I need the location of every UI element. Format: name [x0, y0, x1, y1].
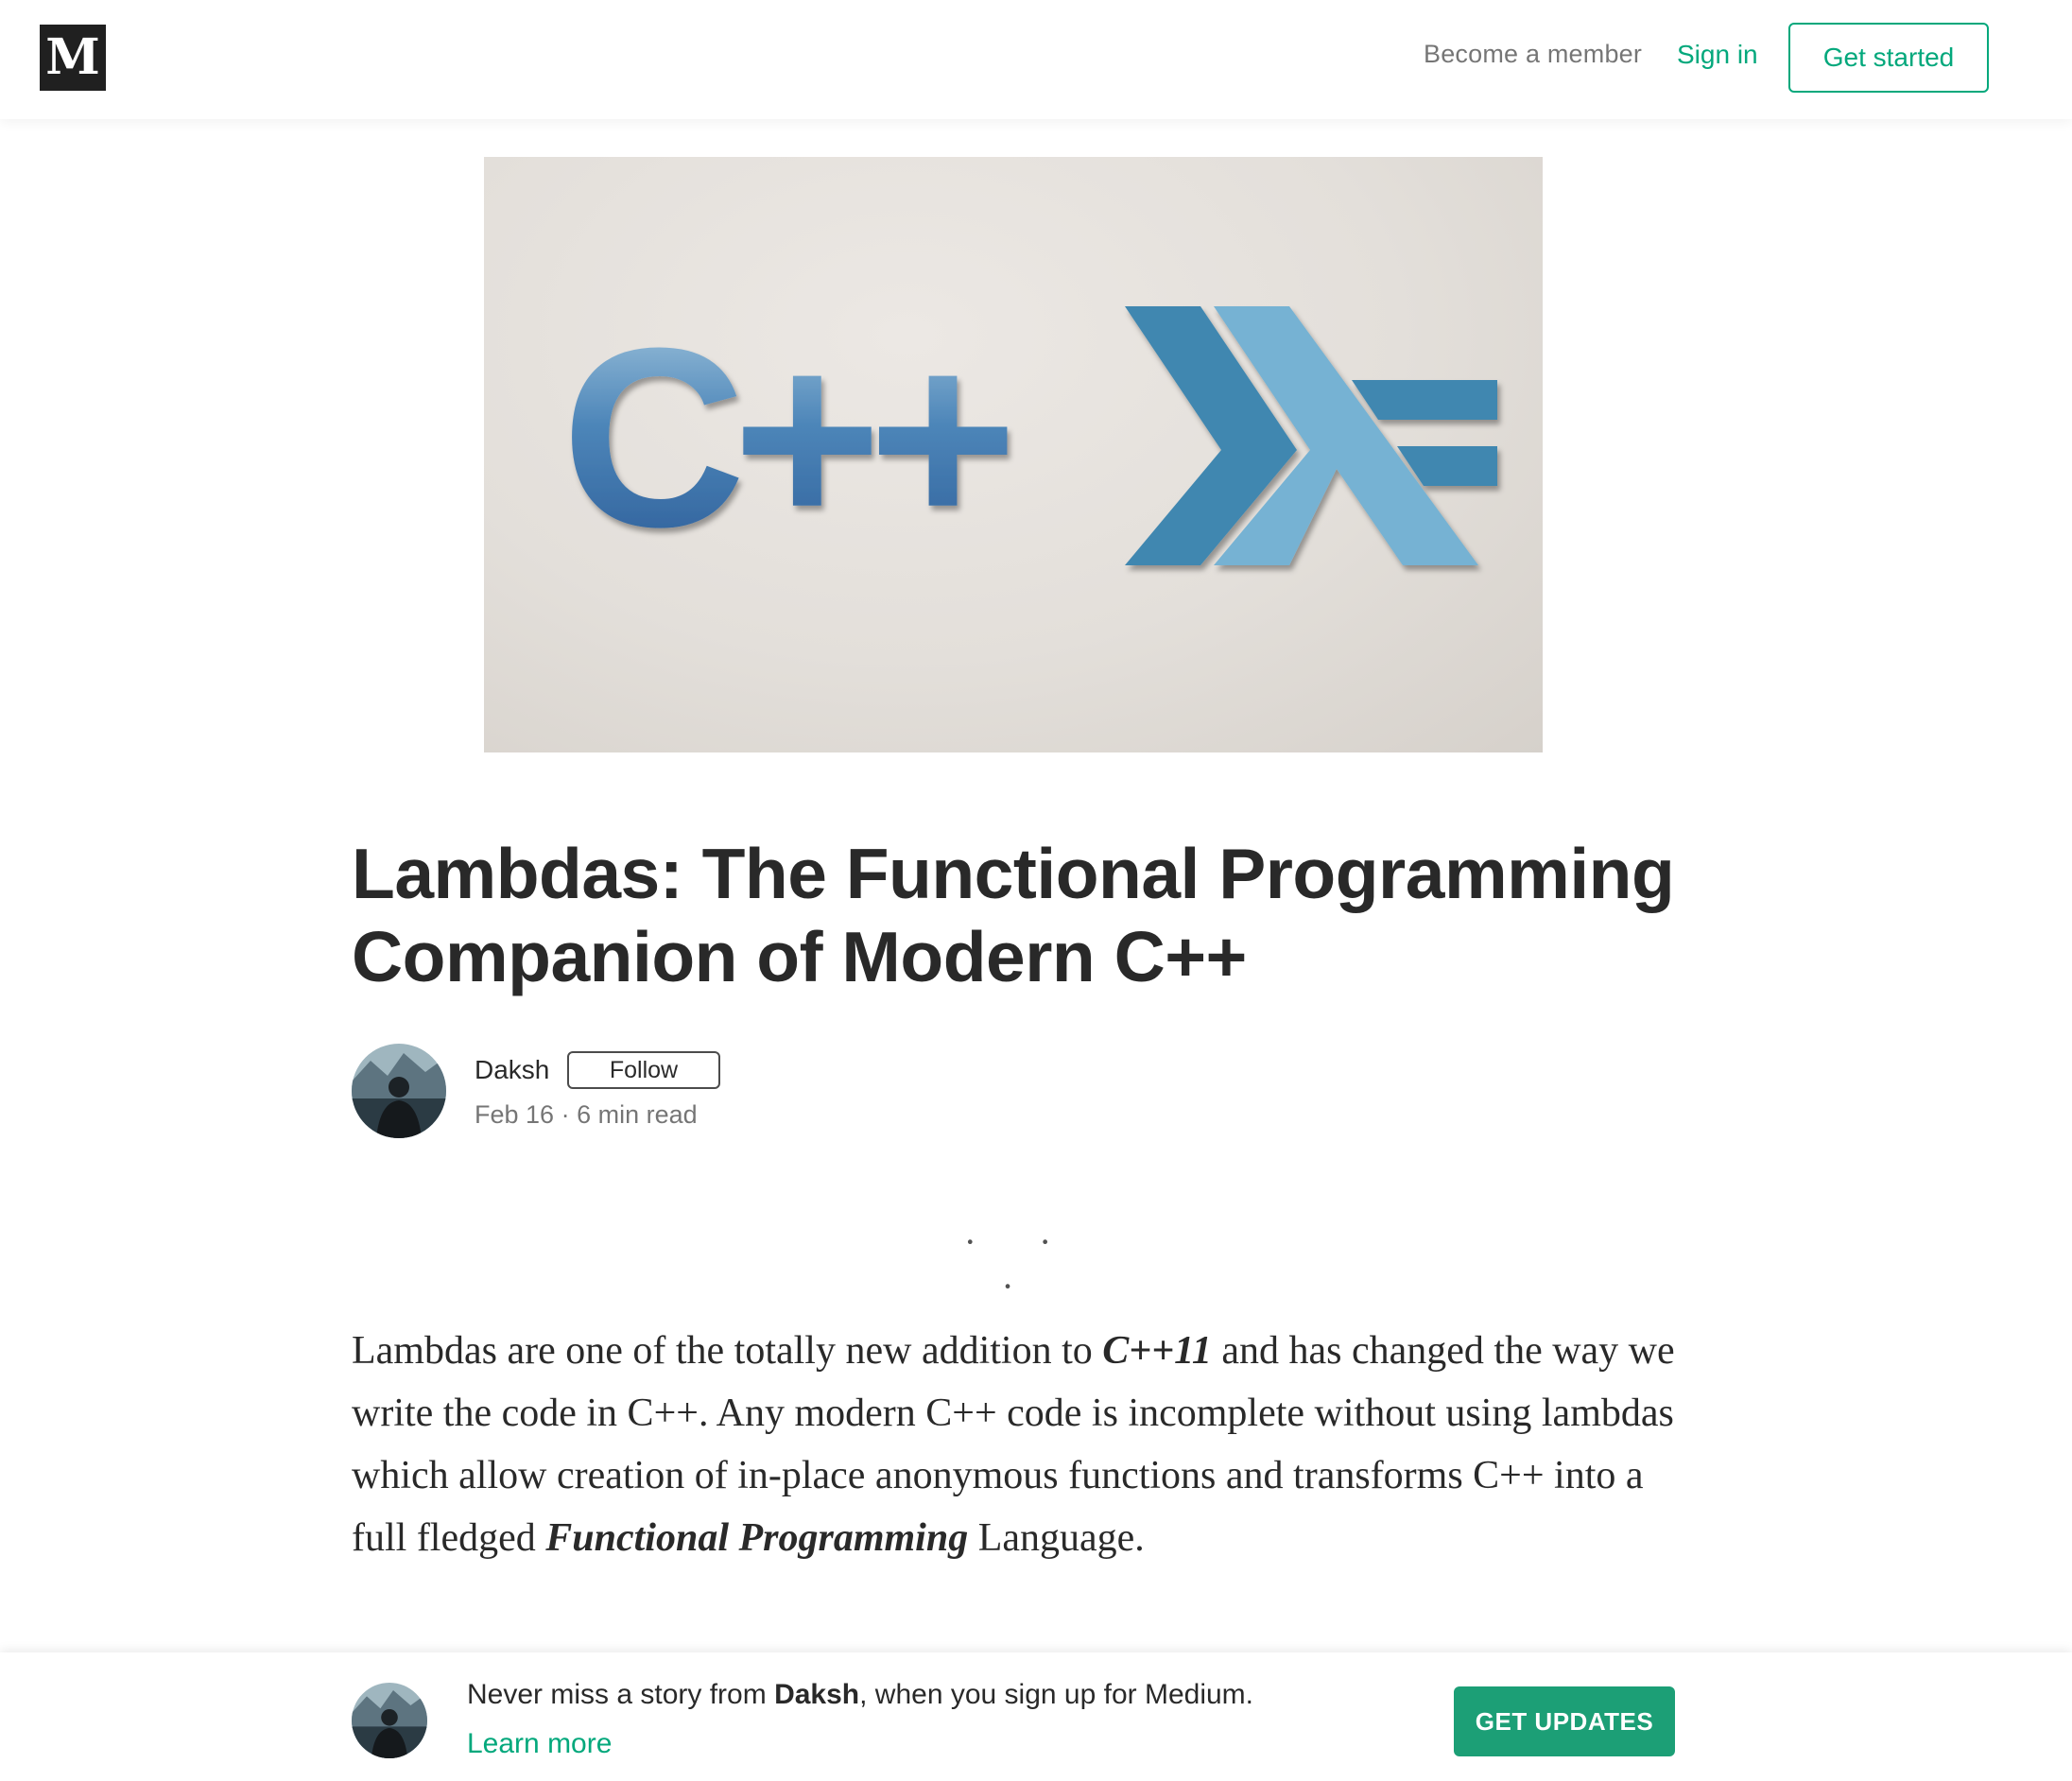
banner-text-after: , when you sign up for Medium. [859, 1679, 1253, 1710]
medium-logo[interactable]: M [40, 25, 106, 91]
post-meta: Feb 16 · 6 min read [475, 1100, 698, 1130]
emphasis-cpp11: C++11 [1102, 1329, 1212, 1373]
read-time: 6 min read [577, 1100, 698, 1129]
signup-banner: Never miss a story from Daksh, when you … [0, 1652, 2072, 1781]
learn-more-link[interactable]: Learn more [467, 1728, 612, 1760]
avatar-photo-icon [352, 1683, 427, 1758]
meta-separator: · [554, 1100, 578, 1129]
cpp-haskell-logo-image: C++ [561, 296, 1497, 580]
get-updates-button[interactable]: GET UPDATES [1454, 1686, 1675, 1756]
become-member-link[interactable]: Become a member [1424, 40, 1642, 69]
paragraph-text: Lambdas are one of the totally new addit… [352, 1329, 1103, 1373]
banner-message: Never miss a story from Daksh, when you … [467, 1679, 1253, 1711]
article-paragraph: Lambdas are one of the totally new addit… [352, 1320, 1675, 1569]
article-title: Lambdas: The Functional Programming Comp… [352, 834, 1675, 996]
banner-author-avatar[interactable] [352, 1683, 427, 1758]
post-date: Feb 16 [475, 1100, 555, 1129]
paragraph-text: Language. [968, 1516, 1145, 1560]
top-navbar: M Become a member Sign in Get started [0, 0, 2072, 119]
author-name[interactable]: Daksh [475, 1055, 549, 1085]
sign-in-link[interactable]: Sign in [1677, 40, 1758, 70]
hero-image: C++ [484, 157, 1543, 752]
cpp-logo-text: C++ [561, 296, 1008, 580]
banner-text-before: Never miss a story from [467, 1679, 775, 1710]
avatar-photo-icon [352, 1044, 446, 1138]
haskell-logo-icon [1125, 306, 1497, 565]
follow-button[interactable]: Follow [567, 1051, 720, 1089]
section-divider: · · · [963, 1220, 1079, 1307]
emphasis-functional-programming: Functional Programming [545, 1516, 969, 1560]
banner-author-name: Daksh [774, 1679, 860, 1710]
get-started-button[interactable]: Get started [1788, 23, 1989, 93]
author-avatar[interactable] [352, 1044, 446, 1138]
